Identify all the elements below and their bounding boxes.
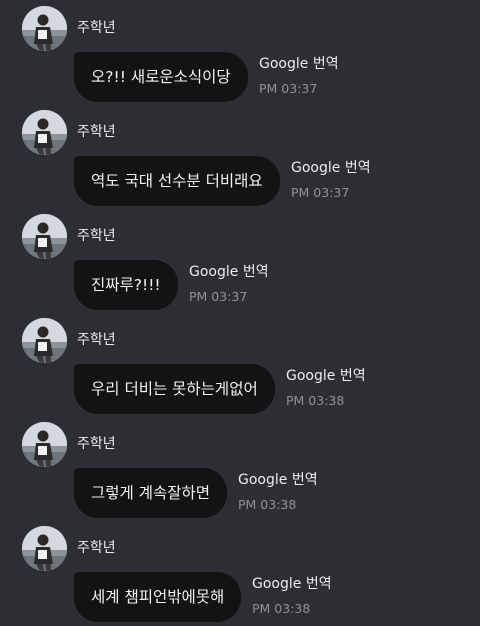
google-translate-link[interactable]: Google 번역: [286, 365, 366, 385]
message-group: 주학년 역도 국대 선수분 더비래요 Google 번역 PM 03:37: [0, 110, 480, 210]
message-time: PM 03:38: [286, 393, 345, 408]
google-translate-link[interactable]: Google 번역: [238, 469, 318, 489]
sender-name: 주학년: [77, 124, 116, 140]
message-time: PM 03:37: [291, 185, 350, 200]
avatar[interactable]: [22, 110, 67, 155]
message-group: 주학년 오?!! 새로운소식이당 Google 번역 PM 03:37: [0, 6, 480, 106]
message-bubble[interactable]: 세계 챔피언밖에못해: [74, 572, 242, 622]
sender-name: 주학년: [77, 436, 116, 452]
person-photo-icon: [22, 214, 67, 259]
avatar[interactable]: [22, 318, 67, 363]
message-bubble[interactable]: 그렇게 계속잘하면: [74, 468, 228, 518]
chat-log: 주학년 오?!! 새로운소식이당 Google 번역 PM 03:37 주학년 …: [0, 0, 480, 626]
google-translate-link[interactable]: Google 번역: [259, 53, 339, 73]
message-group: 주학년 그렇게 계속잘하면 Google 번역 PM 03:38: [0, 422, 480, 522]
person-photo-icon: [22, 6, 67, 51]
google-translate-link[interactable]: Google 번역: [252, 573, 332, 593]
avatar[interactable]: [22, 6, 67, 51]
message-bubble[interactable]: 오?!! 새로운소식이당: [74, 52, 248, 102]
sender-name: 주학년: [77, 332, 116, 348]
message-group: 주학년 세계 챔피언밖에못해 Google 번역 PM 03:38: [0, 526, 480, 626]
person-photo-icon: [22, 526, 67, 571]
sender-name: 주학년: [77, 20, 116, 36]
person-photo-icon: [22, 110, 67, 155]
message-bubble[interactable]: 역도 국대 선수분 더비래요: [74, 156, 280, 206]
avatar[interactable]: [22, 526, 67, 571]
message-time: PM 03:37: [259, 81, 318, 96]
message-time: PM 03:38: [238, 497, 297, 512]
message-bubble[interactable]: 우리 더비는 못하는게없어: [74, 364, 275, 414]
google-translate-link[interactable]: Google 번역: [189, 261, 269, 281]
avatar[interactable]: [22, 422, 67, 467]
sender-name: 주학년: [77, 540, 116, 556]
person-photo-icon: [22, 422, 67, 467]
message-time: PM 03:38: [252, 601, 311, 616]
person-photo-icon: [22, 318, 67, 363]
message-time: PM 03:37: [189, 289, 248, 304]
avatar[interactable]: [22, 214, 67, 259]
sender-name: 주학년: [77, 228, 116, 244]
message-group: 주학년 진짜루?!!! Google 번역 PM 03:37: [0, 214, 480, 314]
message-bubble[interactable]: 진짜루?!!!: [74, 260, 178, 310]
google-translate-link[interactable]: Google 번역: [291, 157, 371, 177]
message-group: 주학년 우리 더비는 못하는게없어 Google 번역 PM 03:38: [0, 318, 480, 418]
